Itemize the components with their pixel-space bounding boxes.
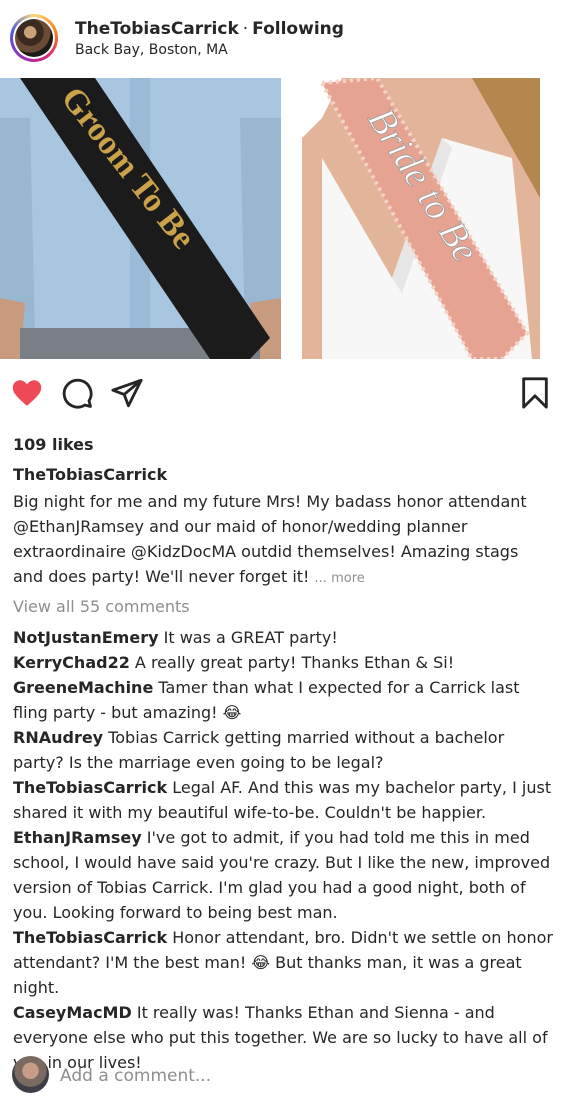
comment-icon[interactable] [60,376,94,410]
comment-username[interactable]: KerryChad22 [13,653,130,672]
comment-username[interactable]: GreeneMachine [13,678,153,697]
avatar[interactable] [10,14,58,62]
like-count[interactable]: 109 likes [13,435,94,454]
comment: TheTobiasCarrick Legal AF. And this was … [13,775,553,825]
bookmark-icon[interactable] [518,376,552,410]
post-media[interactable]: Groom To Be Bride to Be [0,78,562,359]
heart-filled-icon[interactable] [10,376,44,410]
separator: · [242,19,249,39]
comment: EthanJRamsey I've got to admit, if you h… [13,825,553,925]
paper-plane-icon[interactable] [110,376,144,410]
current-user-avatar [12,1056,49,1093]
comment: KerryChad22 A really great party! Thanks… [13,650,553,675]
comment: GreeneMachine Tamer than what I expected… [13,675,553,725]
comment-username[interactable]: EthanJRamsey [13,828,142,847]
comment-username[interactable]: TheTobiasCarrick [13,778,167,797]
comment: NotJustanEmery It was a GREAT party! [13,625,553,650]
comment-username[interactable]: CaseyMacMD [13,1003,132,1022]
caption-username[interactable]: TheTobiasCarrick [13,465,167,484]
comment-username[interactable]: NotJustanEmery [13,628,159,647]
comment-username[interactable]: RNAudrey [13,728,103,747]
add-comment-bar: Add a comment... [12,1056,552,1096]
post-header: TheTobiasCarrick · Following Back Bay, Bos… [10,12,552,64]
groom-sash-image: Groom To Be [0,78,281,359]
view-all-comments-link[interactable]: View all 55 comments [13,597,190,616]
add-comment-input[interactable]: Add a comment... [60,1066,211,1086]
comment-list: NotJustanEmery It was a GREAT party! Ker… [13,625,553,1075]
caption-text: Big night for me and my future Mrs! My b… [13,489,543,591]
comment-text: It was a GREAT party! [163,628,338,647]
comment-text: A really great party! Thanks Ethan & Si! [134,653,455,672]
comment: TheTobiasCarrick Honor attendant, bro. D… [13,925,553,1000]
more-link[interactable]: ... more [315,571,365,586]
follow-status[interactable]: Following [252,19,344,39]
comment: RNAudrey Tobias Carrick getting married … [13,725,553,775]
action-bar [0,370,562,418]
post-location[interactable]: Back Bay, Boston, MA [75,42,228,58]
post-username[interactable]: TheTobiasCarrick [75,19,239,39]
caption-body: Big night for me and my future Mrs! My b… [13,492,527,586]
comment-username[interactable]: TheTobiasCarrick [13,928,167,947]
bride-sash-image: Bride to Be [302,78,540,359]
